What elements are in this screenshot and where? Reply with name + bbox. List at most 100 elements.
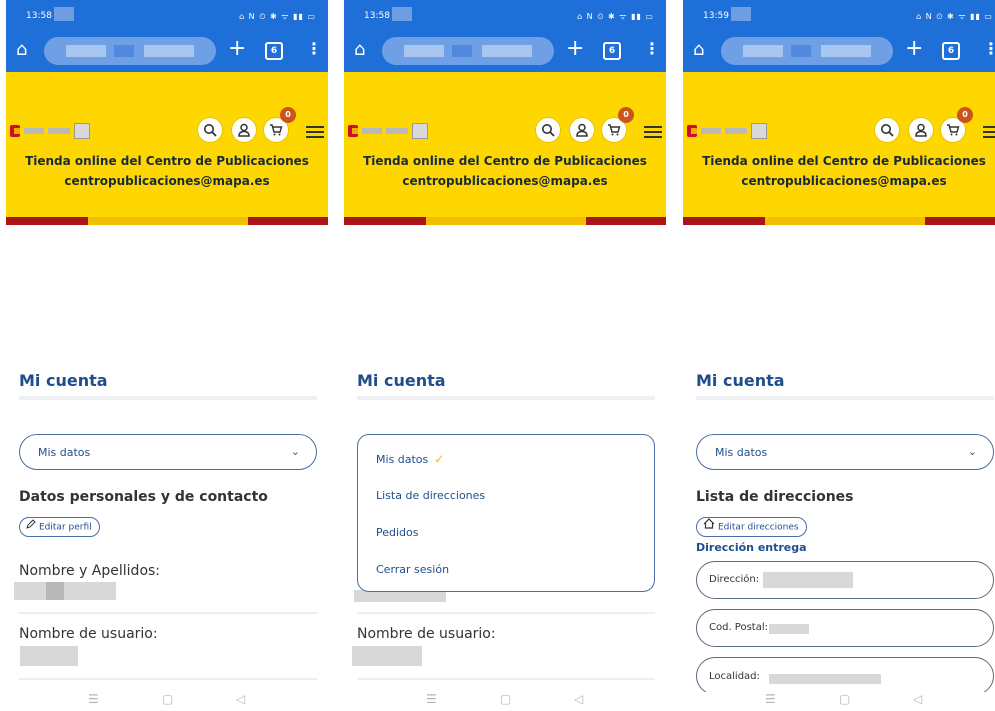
search-button[interactable] bbox=[536, 118, 560, 142]
ministry-logo[interactable] bbox=[10, 122, 90, 140]
store-email[interactable]: centropublicaciones@mapa.es bbox=[6, 174, 328, 188]
phone-screen-dropdown: 13:58 ⌂ N ⏲ ✱ ᯤ ▮▮ ▭ ⌂ + 6 ⋮ 0 Tienda on… bbox=[344, 0, 666, 711]
blurred-address-value bbox=[763, 572, 853, 588]
browser-menu-icon[interactable]: ⋮ bbox=[644, 39, 660, 59]
hamburger-menu-icon[interactable] bbox=[306, 126, 324, 141]
user-icon bbox=[576, 123, 588, 137]
section-heading: Lista de direcciones bbox=[696, 489, 854, 505]
option-label: Mis datos bbox=[376, 453, 429, 466]
blurred-name-value-part bbox=[46, 582, 64, 600]
browser-menu-icon[interactable]: ⋮ bbox=[983, 39, 995, 59]
back-icon[interactable]: ◁ bbox=[236, 692, 245, 706]
store-title: Tienda online del Centro de Publicacione… bbox=[363, 154, 647, 168]
url-bar[interactable] bbox=[382, 37, 554, 65]
site-header: 0 Tienda online del Centro de Publicacio… bbox=[683, 72, 995, 218]
store-email[interactable]: centropublicaciones@mapa.es bbox=[683, 174, 995, 188]
option-lista-direcciones[interactable]: Lista de direcciones bbox=[376, 489, 485, 502]
flag-stripe bbox=[6, 217, 328, 225]
home-nav-icon[interactable]: ▢ bbox=[162, 692, 173, 706]
tab-count-button[interactable]: 6 bbox=[265, 42, 283, 60]
title-divider bbox=[357, 396, 655, 400]
home-icon[interactable]: ⌂ bbox=[16, 40, 27, 60]
flag-stripe bbox=[344, 217, 666, 225]
store-email[interactable]: centropublicaciones@mapa.es bbox=[344, 174, 666, 188]
delivery-address-heading: Dirección entrega bbox=[696, 541, 807, 554]
account-section-select[interactable]: Mis datos ⌄ bbox=[696, 434, 994, 470]
recents-icon[interactable]: ☰ bbox=[765, 692, 776, 706]
user-icon bbox=[915, 123, 927, 137]
option-cerrar-sesion[interactable]: Cerrar sesión bbox=[376, 563, 449, 576]
edit-profile-button[interactable]: Editar perfil bbox=[19, 517, 100, 537]
store-title: Tienda online del Centro de Publicacione… bbox=[702, 154, 986, 168]
page-title: Mi cuenta bbox=[696, 371, 785, 390]
search-button[interactable] bbox=[198, 118, 222, 142]
username-label: Nombre de usuario: bbox=[19, 626, 158, 642]
status-time: 13:58 bbox=[364, 11, 390, 21]
status-bar: 13:58 ⌂ N ⏲ ✱ ᯤ ▮▮ ▭ bbox=[6, 0, 328, 30]
ministry-logo[interactable] bbox=[687, 122, 767, 140]
blurred-locality-value bbox=[769, 674, 881, 684]
chevron-down-icon: ⌄ bbox=[290, 445, 300, 458]
house-icon bbox=[703, 518, 715, 536]
field-divider bbox=[357, 612, 655, 614]
home-nav-icon[interactable]: ▢ bbox=[839, 692, 850, 706]
option-mis-datos[interactable]: Mis datos ✓ bbox=[376, 452, 444, 466]
new-tab-button[interactable]: + bbox=[566, 37, 584, 61]
field-divider bbox=[19, 678, 317, 680]
search-button[interactable] bbox=[875, 118, 899, 142]
home-icon[interactable]: ⌂ bbox=[693, 40, 704, 60]
account-button[interactable] bbox=[909, 118, 933, 142]
section-heading: Datos personales y de contacto bbox=[19, 489, 268, 505]
pencil-icon bbox=[26, 518, 36, 536]
search-icon bbox=[881, 124, 894, 137]
cart-count-badge: 0 bbox=[618, 107, 634, 123]
edit-addresses-label: Editar direcciones bbox=[718, 522, 799, 533]
hamburger-menu-icon[interactable] bbox=[644, 126, 662, 141]
system-nav-bar: ☰ ▢ ◁ bbox=[683, 692, 995, 711]
search-icon bbox=[542, 124, 555, 137]
home-icon[interactable]: ⌂ bbox=[354, 40, 365, 60]
browser-toolbar: ⌂ + 6 ⋮ bbox=[344, 30, 666, 72]
home-nav-icon[interactable]: ▢ bbox=[500, 692, 511, 706]
cart-count-badge: 0 bbox=[280, 107, 296, 123]
postal-code-label: Cod. Postal: bbox=[709, 622, 769, 633]
account-button[interactable] bbox=[570, 118, 594, 142]
page-title: Mi cuenta bbox=[357, 371, 446, 390]
locality-label: Localidad: bbox=[709, 671, 760, 682]
cart-icon bbox=[608, 124, 621, 136]
locality-field[interactable]: Localidad: bbox=[696, 657, 994, 695]
tab-count-button[interactable]: 6 bbox=[603, 42, 621, 60]
address-field[interactable]: Dirección: bbox=[696, 561, 994, 599]
blurred-notification bbox=[392, 7, 412, 21]
recents-icon[interactable]: ☰ bbox=[426, 692, 437, 706]
blurred-notification bbox=[54, 7, 74, 21]
status-icons: ⌂ N ⏲ ✱ ᯤ ▮▮ ▭ bbox=[239, 12, 316, 21]
option-pedidos[interactable]: Pedidos bbox=[376, 526, 419, 539]
account-section-select[interactable]: Mis datos ⌄ bbox=[19, 434, 317, 470]
browser-menu-icon[interactable]: ⋮ bbox=[306, 39, 322, 59]
url-bar[interactable] bbox=[721, 37, 893, 65]
recents-icon[interactable]: ☰ bbox=[88, 692, 99, 706]
hamburger-menu-icon[interactable] bbox=[983, 126, 995, 141]
chevron-down-icon: ⌄ bbox=[967, 445, 977, 458]
new-tab-button[interactable]: + bbox=[905, 37, 923, 61]
tab-count-button[interactable]: 6 bbox=[942, 42, 960, 60]
store-title: Tienda online del Centro de Publicacione… bbox=[25, 154, 309, 168]
browser-toolbar: ⌂ + 6 ⋮ bbox=[683, 30, 995, 72]
search-icon bbox=[204, 124, 217, 137]
new-tab-button[interactable]: + bbox=[228, 37, 246, 61]
back-icon[interactable]: ◁ bbox=[574, 692, 583, 706]
blurred-username-value bbox=[352, 646, 422, 666]
blurred-postal-code-value bbox=[769, 624, 809, 634]
cart-icon bbox=[270, 124, 283, 136]
status-bar: 13:59 ⌂ N ⏲ ✱ ᯤ ▮▮ ▭ bbox=[683, 0, 995, 30]
address-label: Dirección: bbox=[709, 574, 760, 585]
phone-screen-profile: 13:58 ⌂ N ⏲ ✱ ᯤ ▮▮ ▭ ⌂ + 6 ⋮ 0 Tienda on… bbox=[6, 0, 328, 711]
url-bar[interactable] bbox=[44, 37, 216, 65]
flag-stripe bbox=[683, 217, 995, 225]
back-icon[interactable]: ◁ bbox=[913, 692, 922, 706]
edit-addresses-button[interactable]: Editar direcciones bbox=[696, 517, 807, 537]
account-button[interactable] bbox=[232, 118, 256, 142]
ministry-logo[interactable] bbox=[348, 122, 428, 140]
postal-code-field[interactable]: Cod. Postal: bbox=[696, 609, 994, 647]
